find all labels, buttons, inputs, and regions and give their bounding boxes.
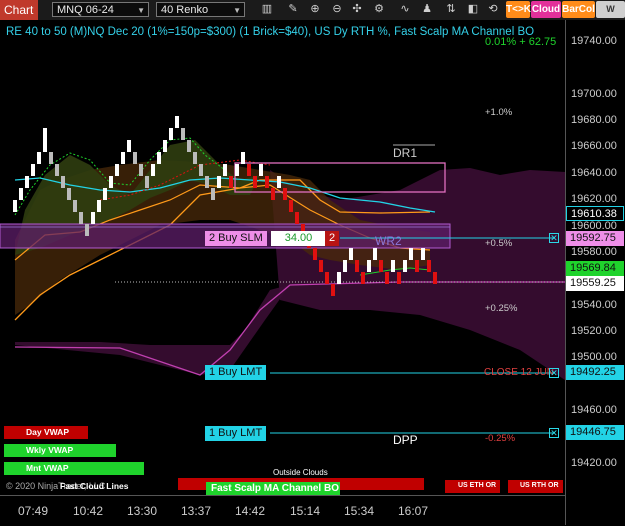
y-tick: 19640.00 <box>571 167 617 179</box>
price-flag-green: 19569.84 <box>566 261 624 276</box>
indicators-icon[interactable]: ∿ <box>398 2 412 16</box>
chart-canvas <box>0 116 565 493</box>
price-flag-buy-lmt-2: 19446.75 <box>566 425 624 440</box>
bar-type-value: 40 Renko <box>161 4 209 16</box>
cloud-button[interactable]: Cloud <box>531 1 561 18</box>
instrument-selector[interactable]: MNQ 06-24 ▼ <box>52 2 149 17</box>
y-tick: 19460.00 <box>571 404 617 416</box>
legend-wkly-vwap: Wkly VWAP <box>4 444 116 457</box>
y-tick: 19420.00 <box>571 457 617 469</box>
top-pct-label: 0.01% + 62.75 <box>485 36 557 48</box>
buy-slm-order-label[interactable]: 2 Buy SLM <box>205 231 267 246</box>
y-tick: 19620.00 <box>571 193 617 205</box>
y-tick: 19500.00 <box>571 351 617 363</box>
buy-slm-price[interactable]: 34.00 <box>271 231 326 246</box>
chart-tab[interactable]: Chart <box>0 0 38 20</box>
pct-05: +0.5% <box>485 238 513 249</box>
legend-fast-scalp: Fast Scalp MA Channel BO <box>206 482 340 495</box>
x-tick: 13:30 <box>127 504 158 518</box>
barcol-button[interactable]: BarCol <box>562 1 595 18</box>
x-tick: 16:07 <box>398 504 429 518</box>
strategy-icon[interactable]: ♟ <box>420 2 434 16</box>
legend-fast-cloud-lines: Fast Cloud Lines <box>60 481 129 491</box>
chevron-down-icon: ▼ <box>233 6 241 15</box>
price-flag-last: 19559.25 <box>566 276 624 291</box>
close-label: CLOSE 12 JUN <box>484 367 555 378</box>
dpp-label: DPP <box>393 433 418 447</box>
close-order-icon[interactable]: ✕ <box>549 368 559 378</box>
x-tick: 14:42 <box>235 504 266 518</box>
x-tick: 13:37 <box>181 504 212 518</box>
chart-properties-icon[interactable]: ⚙ <box>372 2 386 16</box>
legend-day-vwap: Day VWAP <box>4 426 88 439</box>
legend-us-rth-or: US RTH OR <box>520 482 559 489</box>
close-order-icon[interactable]: ✕ <box>549 428 559 438</box>
chevron-down-icon: ▼ <box>137 6 145 15</box>
buy-slm-qty[interactable]: 2 <box>325 231 340 246</box>
x-tick: 07:49 <box>18 504 49 518</box>
chart-plot-area[interactable]: RE 40 to 50 (M)NQ Dec 20 (1%=150p=$300) … <box>0 20 565 495</box>
buy-lmt-order-label-2[interactable]: 1 Buy LMT <box>205 426 267 441</box>
y-tick: 19520.00 <box>571 325 617 337</box>
y-tick: 19660.00 <box>571 140 617 152</box>
wr2-label: WR2 <box>375 234 402 248</box>
chart-trader-icon[interactable]: ⇅ <box>444 2 458 16</box>
time-axis[interactable]: 07:49 10:42 13:30 13:37 14:42 15:14 15:3… <box>0 495 565 526</box>
x-tick: 15:34 <box>344 504 375 518</box>
close-order-icon[interactable]: ✕ <box>549 233 559 243</box>
legend-us-eth-or: US ETH OR <box>458 482 497 489</box>
toolbar: Chart MNQ 06-24 ▼ 40 Renko ▼ ▥ ✎ ⊕ ⊖ ✣ ⚙ ∿… <box>0 0 625 31</box>
y-tick: 19680.00 <box>571 114 617 126</box>
legend-outside-clouds: Outside Clouds <box>273 468 328 477</box>
pct-025: +0.25% <box>485 303 518 314</box>
zoom-out-icon[interactable]: ⊖ <box>330 2 344 16</box>
price-flag-buy-lmt-1: 19492.25 <box>566 365 624 380</box>
crosshair-icon[interactable]: ✣ <box>350 2 364 16</box>
x-tick: 10:42 <box>73 504 104 518</box>
y-tick: 19740.00 <box>571 35 617 47</box>
y-tick: 19540.00 <box>571 299 617 311</box>
price-flag-cyan-ma: 19610.38 <box>566 206 624 221</box>
chart-title: RE 40 to 50 (M)NQ Dec 20 (1%=150p=$300) … <box>6 26 535 38</box>
y-tick: 19700.00 <box>571 88 617 100</box>
w-vwap-button[interactable]: W VWAP <box>596 1 625 31</box>
pencil-icon[interactable]: ✎ <box>286 2 300 16</box>
attach-icon[interactable]: ◧ <box>466 2 480 16</box>
x-tick: 15:14 <box>290 504 321 518</box>
dr1-label: DR1 <box>393 146 418 160</box>
bar-type-selector[interactable]: 40 Renko ▼ <box>156 2 245 17</box>
sync-icon[interactable]: ⟲ <box>486 2 500 16</box>
y-tick: 19580.00 <box>571 246 617 258</box>
tk-button[interactable]: T<>K <box>506 1 531 18</box>
price-flag-buy-slm: 19592.75 <box>566 231 624 246</box>
legend-mnt-vwap: Mnt VWAP <box>4 462 144 475</box>
zoom-in-icon[interactable]: ⊕ <box>308 2 322 16</box>
instrument-value: MNQ 06-24 <box>57 4 114 16</box>
buy-lmt-order-label-1[interactable]: 1 Buy LMT <box>205 365 267 380</box>
pct-1: +1.0% <box>485 107 513 118</box>
pct-neg-025: -0.25% <box>485 433 516 444</box>
bar-chart-icon[interactable]: ▥ <box>260 2 274 16</box>
